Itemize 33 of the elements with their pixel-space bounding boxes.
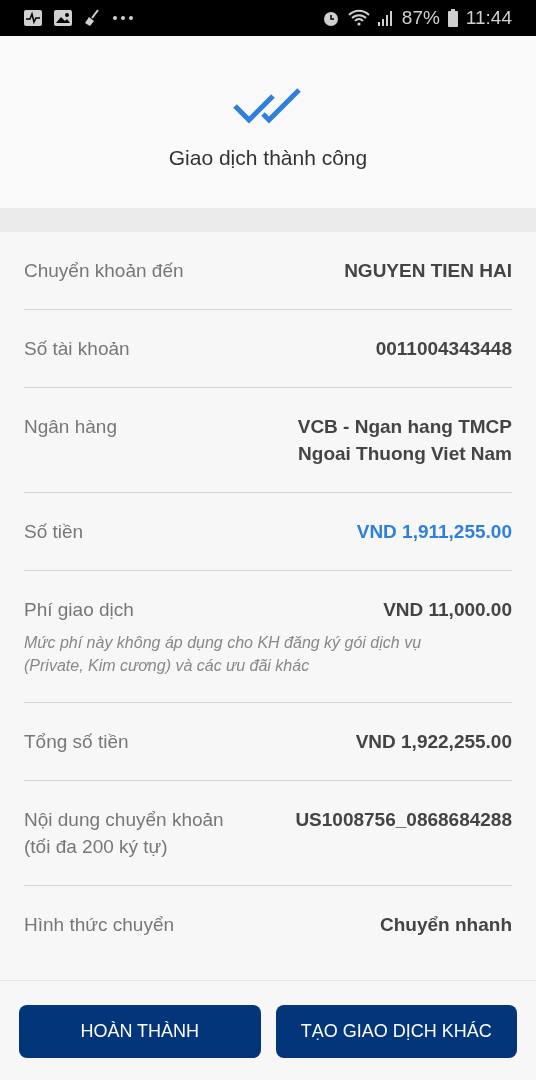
field-label: Ngân hàng [24,415,117,439]
battery-icon [447,9,458,27]
image-icon [54,10,72,26]
field-label: Chuyển khoản đến [24,259,184,283]
alarm-icon [321,9,340,27]
field-value: Ngoai Thuong Viet Nam [298,442,512,466]
wifi-icon [347,9,370,27]
battery-percent: 87% [401,5,440,30]
field-value: Chuyển nhanh [380,913,512,937]
field-value: NGUYEN TIEN HAI [344,259,512,283]
activity-icon [24,10,42,26]
action-button[interactable]: TẠO GIAO DỊCH KHÁC [275,1005,517,1058]
clock: 11:44 [465,5,512,30]
field-label: Số tiền [24,520,84,544]
field-value: VND 1,911,255.00 [356,520,512,544]
more-icon [112,15,134,21]
field-value: VND 1,922,255.00 [355,730,512,754]
success-title: Giao dịch thành công [168,145,368,171]
field-label: Hình thức chuyển [24,913,175,937]
field-label: (tối đa 200 ký tự) [24,835,169,859]
signal-icon [377,9,394,27]
field-value: VCB - Ngan hang TMCP [297,415,512,439]
field-value: 0011004343448 [375,337,512,361]
field-label: Tổng số tiền [24,730,129,754]
field-value: VND 11,000.00 [383,598,512,622]
broom-icon [84,9,100,27]
fee-note: Mức phí này không áp dụng cho KH đăng ký gói dịch vụ (Private, Kim cương) và các ưu đãi khác [24,633,423,676]
double-check-icon [233,86,303,126]
field-value: US1008756_0868684288 [295,808,512,832]
field-label: Nội dung chuyển khoản [24,808,224,832]
field-label: Số tài khoản [24,337,130,361]
field-label: Phí giao dịch [24,598,134,622]
action-button[interactable]: HOÀN THÀNH [19,1005,261,1058]
